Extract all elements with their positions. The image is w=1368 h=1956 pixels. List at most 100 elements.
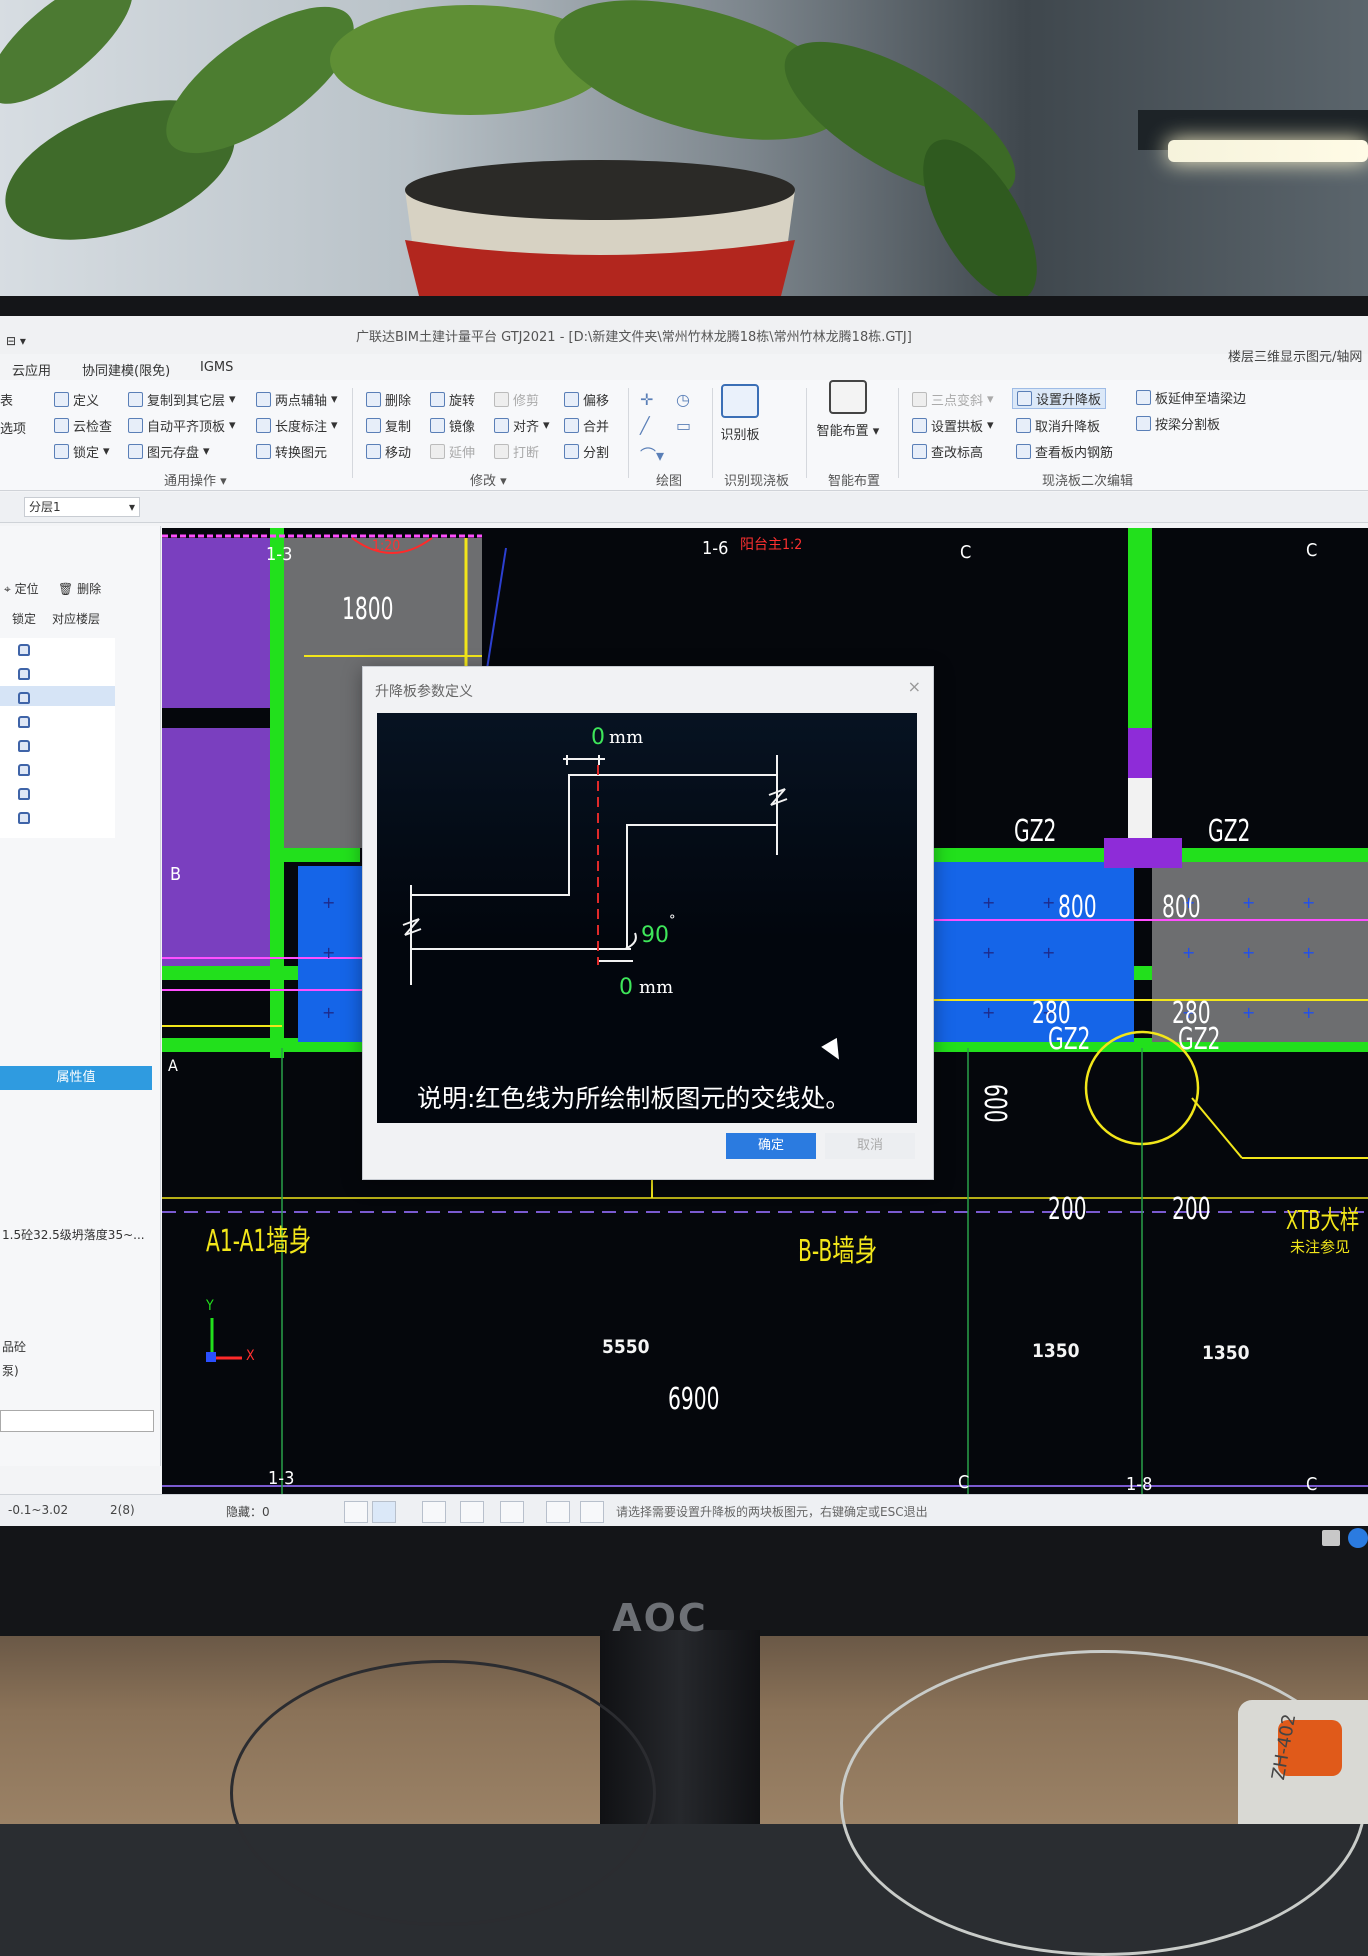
material-value[interactable]: 1.5砼32.5级坍落度35~... (2, 1226, 145, 1243)
move-button[interactable]: 移动 (366, 442, 411, 461)
section-label-bb: B-B墙身 (798, 1234, 878, 1269)
check-elevation-button[interactable]: 查改标高 (912, 442, 983, 461)
close-icon[interactable]: × (908, 677, 921, 696)
ortho-toggle[interactable] (344, 1501, 368, 1523)
offset-button[interactable]: 偏移 (564, 390, 609, 409)
mirror-button[interactable]: 镜像 (430, 416, 475, 435)
ok-button[interactable]: 确定 (726, 1133, 816, 1159)
group-label-smart: 智能布置 (828, 474, 881, 489)
view-slab-rebar-button[interactable]: 查看板内钢筋 (1016, 442, 1113, 461)
cross-toggle[interactable] (422, 1501, 446, 1523)
set-arch-slab-button[interactable]: 设置拱板 ▾ (912, 416, 994, 435)
separator (806, 388, 807, 478)
copy-to-other-floor-button[interactable]: 复制到其它层 ▾ (128, 390, 236, 409)
svg-text:+: + (1042, 943, 1055, 962)
top-offset-value[interactable]: 0 (591, 725, 605, 750)
quick-access-toolbar[interactable]: ⊟ ▾ (6, 334, 26, 348)
lock-icon[interactable] (18, 668, 30, 680)
concrete-value[interactable]: 品砼 (2, 1338, 26, 1355)
smart-layout-button[interactable]: 智能布置 ▾ (816, 380, 880, 439)
browser-icon[interactable] (1348, 1528, 1368, 1548)
gz2-label: GZ2 (1178, 1022, 1221, 1057)
chevron-down-icon: ▾ (128, 500, 135, 514)
annotation-text: 阳台主1:2 (740, 537, 803, 553)
three-point-slope-button[interactable]: 三点变斜 ▾ (912, 390, 994, 409)
break-button[interactable]: 打断 (494, 442, 539, 461)
extend-to-wall-beam-button[interactable]: 板延伸至墙梁边 (1136, 388, 1246, 407)
move-icon (366, 444, 381, 459)
dynamic-input-toggle[interactable] (546, 1501, 570, 1523)
tab-cloud-app[interactable]: 云应用 (12, 360, 51, 379)
lock-icon[interactable] (18, 740, 30, 752)
tab-collab-modeling[interactable]: 协同建模(限免) (82, 360, 170, 379)
lock-button[interactable]: 锁定 ▾ (54, 442, 110, 461)
dimension-text: 600 (977, 1084, 1012, 1123)
point-draw-icon[interactable]: ✛ (640, 390, 653, 409)
two-point-axis-button[interactable]: 两点辅轴 ▾ (256, 390, 338, 409)
rotate-button[interactable]: 旋转 (430, 390, 475, 409)
arc-toggle[interactable] (580, 1501, 604, 1523)
break-icon (494, 444, 509, 459)
dimension-text: 5550 (602, 1336, 650, 1358)
title-bar: ⊟ ▾ 广联达BIM土建计量平台 GTJ2021 - [D:\新建文件夹\常州竹… (0, 316, 1368, 365)
xtb-sub-label: 未注参见 (1290, 1238, 1351, 1256)
svg-text:+: + (322, 893, 335, 912)
floor-select[interactable]: 分层1 ▾ (24, 497, 140, 517)
cancel-button[interactable]: 取消 (825, 1133, 915, 1159)
dialog-note: 说明:红色线为所绘制板图元的交线处。 (417, 1084, 851, 1113)
line-draw-icon[interactable]: ╱ (640, 416, 650, 435)
potted-plant (0, 0, 1037, 310)
copy-button[interactable]: 复制 (366, 416, 411, 435)
offset-toggle[interactable] (500, 1501, 524, 1523)
svg-text:+: + (1042, 893, 1055, 912)
gz2-label: GZ2 (1048, 1022, 1091, 1057)
snap-toggle[interactable] (372, 1501, 396, 1523)
lock-icon[interactable] (18, 788, 30, 800)
rect-draw-icon[interactable]: ▭ (676, 416, 691, 435)
angle-value[interactable]: 90 (641, 923, 669, 948)
tray-icon[interactable] (1322, 1530, 1340, 1546)
separator (898, 388, 899, 478)
properties-header: 属性值 (0, 1066, 152, 1090)
lock-icon[interactable] (18, 644, 30, 656)
length-dim-button[interactable]: 长度标注 ▾ (256, 416, 338, 435)
cloud-check-button[interactable]: 云检查 (54, 416, 112, 435)
element-save-button[interactable]: 图元存盘 ▾ (128, 442, 210, 461)
ceiling-light (1168, 140, 1368, 162)
tab-igms[interactable]: IGMS (200, 360, 233, 375)
bottom-offset-value[interactable]: 0 (619, 975, 633, 1000)
lock-icon[interactable] (18, 812, 30, 824)
angle-toggle[interactable] (460, 1501, 484, 1523)
monitor-brand-logo: AOC (612, 1596, 708, 1640)
property-input[interactable] (0, 1410, 154, 1432)
set-step-slab-button[interactable]: 设置升降板 (1012, 388, 1107, 409)
extend-button[interactable]: 延伸 (430, 442, 475, 461)
floor-toolbar: 分层1 ▾ (0, 492, 1368, 523)
define-button[interactable]: 定义 (54, 390, 99, 409)
cancel-step-icon (1016, 418, 1031, 433)
floor-lock-table (0, 638, 115, 838)
split-button[interactable]: 分割 (564, 442, 609, 461)
dimension-text: 800 (1058, 890, 1097, 925)
panel-delete-button[interactable]: 🗑 删除 (58, 580, 101, 597)
auto-flat-top-button[interactable]: 自动平齐顶板 ▾ (128, 416, 236, 435)
arc-draw-icon[interactable]: ⌒▾ (640, 442, 664, 466)
identify-slab-button[interactable]: 识别板 (716, 384, 764, 443)
merge-button[interactable]: 合并 (564, 416, 609, 435)
pump-value[interactable]: 泵) (2, 1362, 19, 1379)
angle-unit: ° (669, 913, 676, 928)
bottom-offset-unit: mm (639, 977, 674, 998)
svg-text:+: + (322, 943, 335, 962)
lock-icon[interactable] (18, 692, 30, 704)
convert-element-button[interactable]: 转换图元 (256, 442, 327, 461)
split-by-beam-button[interactable]: 按梁分割板 (1136, 414, 1220, 433)
axis-label: C (958, 1472, 970, 1493)
delete-button[interactable]: 删除 (366, 390, 411, 409)
trim-button[interactable]: 修剪 (494, 390, 539, 409)
locate-button[interactable]: ⌖ 定位 (4, 580, 39, 597)
lock-icon[interactable] (18, 764, 30, 776)
lock-icon[interactable] (18, 716, 30, 728)
cancel-step-slab-button[interactable]: 取消升降板 (1016, 416, 1100, 435)
circle-draw-icon[interactable]: ◷ (676, 390, 690, 409)
align-button[interactable]: 对齐 ▾ (494, 416, 550, 435)
